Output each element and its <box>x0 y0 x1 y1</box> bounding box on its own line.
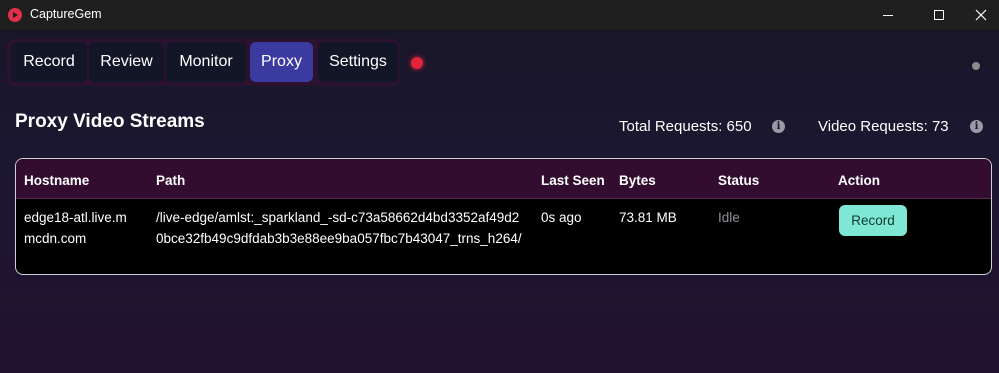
close-button[interactable] <box>958 0 999 30</box>
minimize-button[interactable] <box>865 0 911 30</box>
cell-bytes: 73.81 MB <box>619 210 677 225</box>
maximize-button[interactable] <box>916 0 962 30</box>
info-icon[interactable]: i <box>970 120 983 133</box>
capturegem-logo-icon <box>8 8 22 22</box>
column-header-last-seen: Last Seen <box>541 173 605 188</box>
minimize-icon <box>883 14 893 16</box>
total-requests-stat: Total Requests: 650 <box>619 118 752 135</box>
tab-settings[interactable]: Settings <box>318 42 398 82</box>
close-icon <box>975 9 987 21</box>
cell-hostname: edge18-atl.live.mmcdn.com <box>24 210 127 246</box>
tab-review[interactable]: Review <box>89 42 164 82</box>
page-title: Proxy Video Streams <box>15 111 205 132</box>
record-stream-button[interactable]: Record <box>839 205 907 236</box>
tab-proxy[interactable]: Proxy <box>250 42 313 82</box>
column-header-action: Action <box>838 173 880 188</box>
table-header: Hostname Path Last Seen Bytes Status Act… <box>16 159 991 199</box>
column-header-hostname: Hostname <box>24 173 90 188</box>
main-nav: Record Review Monitor Proxy Settings <box>7 39 400 86</box>
info-icon[interactable]: i <box>772 120 785 133</box>
column-header-bytes: Bytes <box>619 173 656 188</box>
recording-indicator-icon <box>411 57 423 69</box>
window-title: CaptureGem <box>30 7 102 21</box>
streams-table: Hostname Path Last Seen Bytes Status Act… <box>15 158 992 275</box>
connection-status-icon <box>972 62 980 70</box>
title-bar: CaptureGem <box>0 0 999 30</box>
tab-record[interactable]: Record <box>11 42 87 82</box>
column-header-path: Path <box>156 173 186 188</box>
cell-path: /live-edge/amlst:_sparkland_-sd-c73a5866… <box>156 210 522 246</box>
column-header-status: Status <box>718 173 760 188</box>
cell-last-seen: 0s ago <box>541 210 582 225</box>
cell-status: Idle <box>718 210 740 225</box>
maximize-icon <box>934 10 944 20</box>
video-requests-stat: Video Requests: 73 <box>818 118 949 135</box>
tab-monitor[interactable]: Monitor <box>166 42 246 82</box>
